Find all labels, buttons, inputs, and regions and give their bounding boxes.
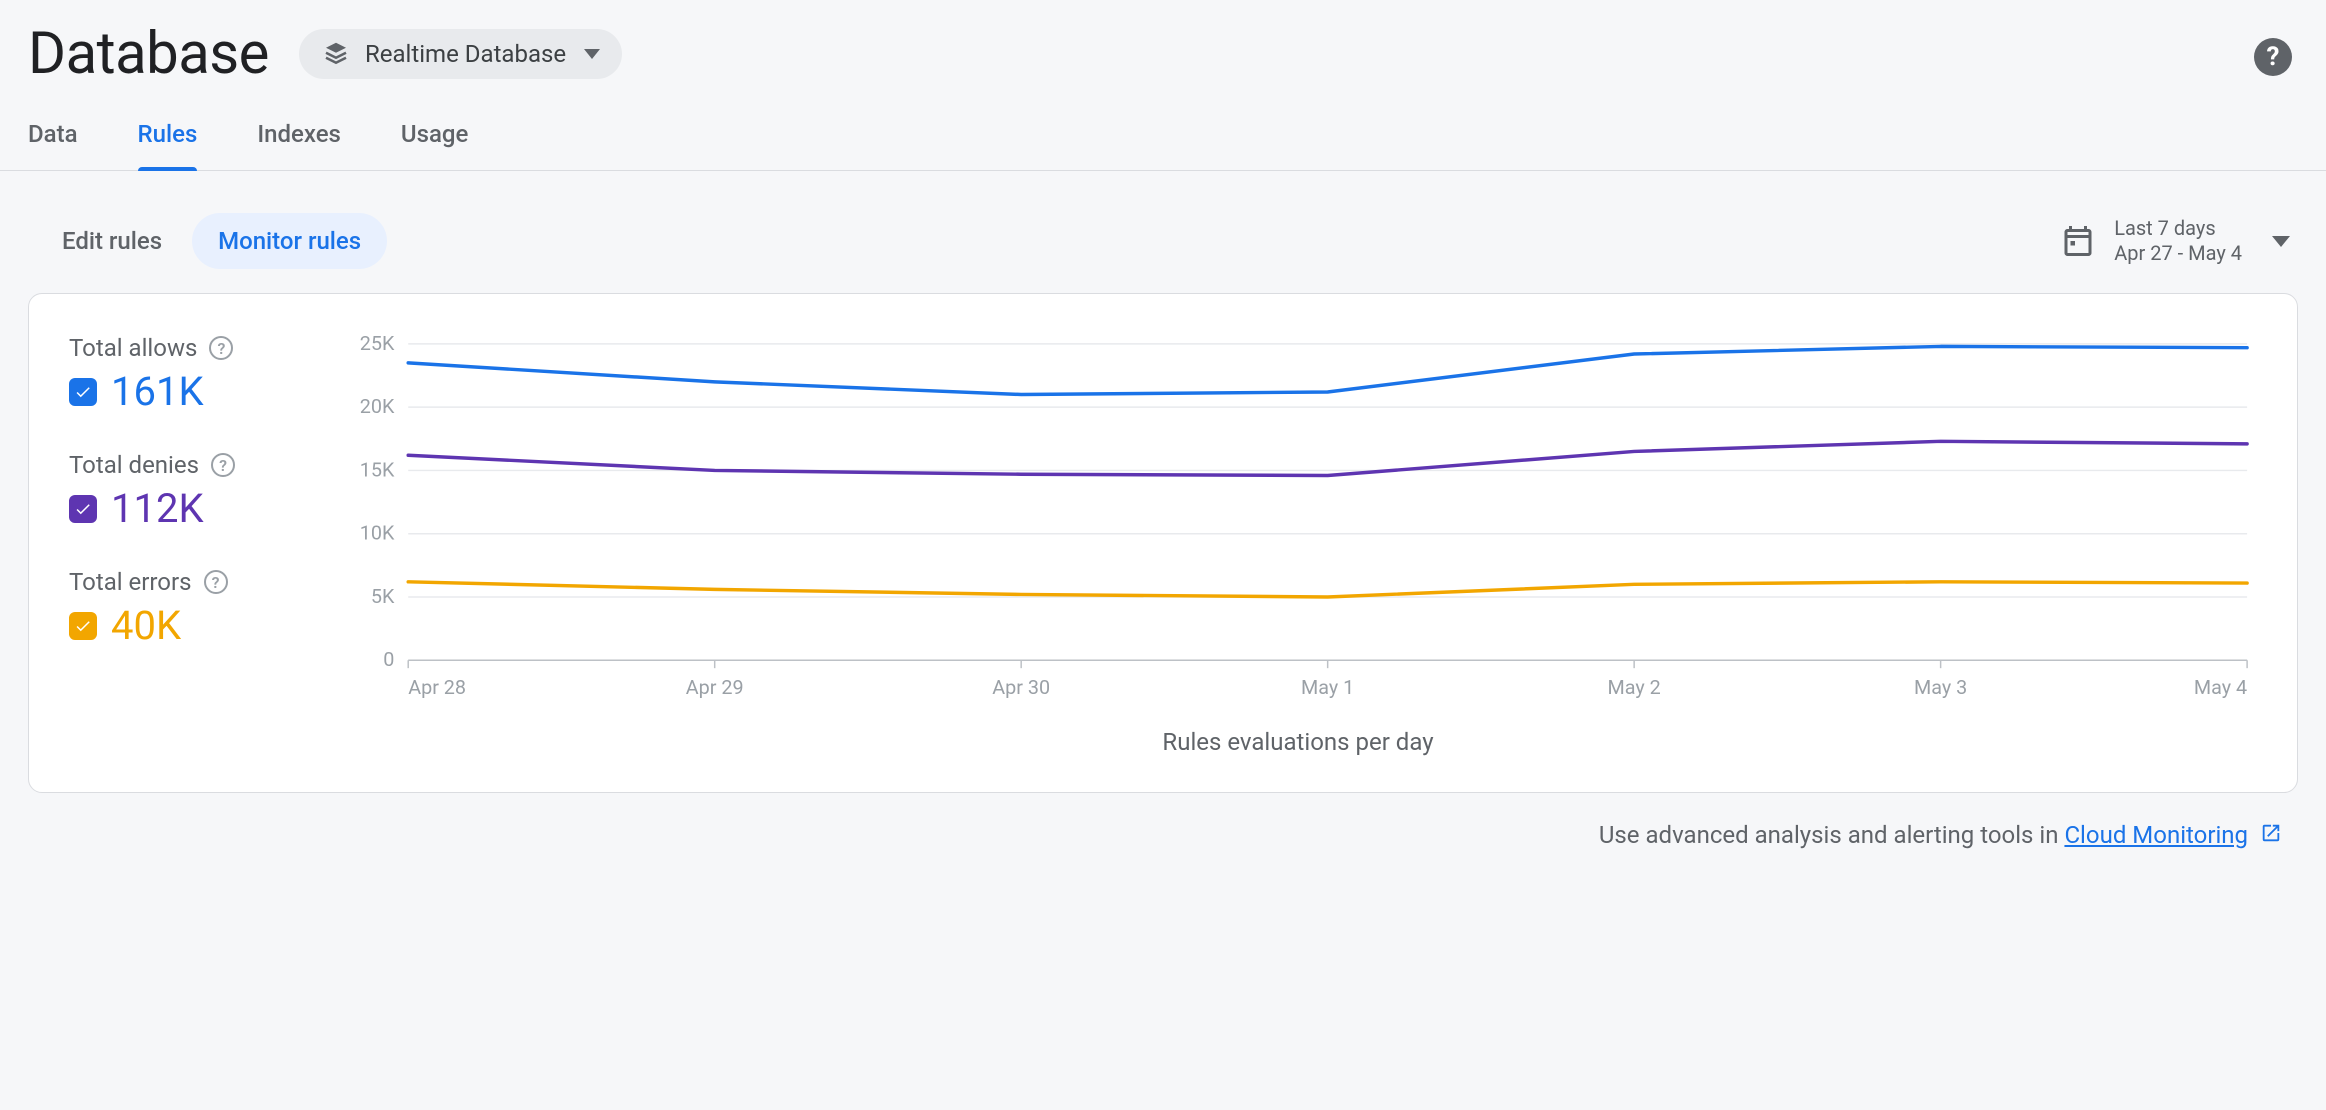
svg-text:5K: 5K	[371, 585, 395, 608]
date-range-picker[interactable]: Last 7 days Apr 27 - May 4	[2060, 216, 2290, 266]
chevron-down-icon	[2272, 236, 2290, 247]
svg-text:Apr 29: Apr 29	[686, 676, 744, 699]
svg-text:Apr 30: Apr 30	[992, 676, 1050, 699]
help-icon: ?	[2267, 42, 2280, 72]
external-link-icon	[2260, 822, 2282, 850]
svg-text:May 2: May 2	[1608, 676, 1661, 699]
tab-rules[interactable]: Rules	[138, 120, 198, 170]
page-title: Database	[28, 20, 269, 88]
calendar-icon	[2060, 223, 2096, 259]
subtab-monitor-rules[interactable]: Monitor rules	[192, 213, 387, 269]
date-range-value: Apr 27 - May 4	[2114, 241, 2242, 266]
help-button[interactable]: ?	[2254, 38, 2292, 76]
help-icon[interactable]: ?	[204, 570, 228, 594]
help-icon[interactable]: ?	[209, 336, 233, 360]
legend-checkbox-errors[interactable]	[69, 612, 97, 640]
monitor-rules-card: Total allows ? 161K Total denies ?	[28, 293, 2298, 793]
legend-label-allows: Total allows	[69, 334, 197, 362]
chevron-down-icon	[584, 49, 600, 59]
svg-text:May 3: May 3	[1914, 676, 1967, 699]
tab-usage[interactable]: Usage	[401, 120, 468, 170]
chart-x-axis-label: Rules evaluations per day	[339, 728, 2257, 756]
legend-item-denies: Total denies ? 112K	[69, 451, 279, 532]
svg-text:May 1: May 1	[1301, 676, 1354, 699]
cloud-monitoring-link[interactable]: Cloud Monitoring	[2064, 821, 2248, 849]
svg-text:0: 0	[383, 648, 394, 671]
legend-checkbox-allows[interactable]	[69, 378, 97, 406]
database-selector-label: Realtime Database	[365, 40, 566, 68]
help-icon[interactable]: ?	[211, 453, 235, 477]
svg-text:10K: 10K	[360, 522, 395, 545]
legend-item-errors: Total errors ? 40K	[69, 568, 279, 649]
database-selector-chip[interactable]: Realtime Database	[299, 29, 622, 79]
svg-text:May 4: May 4	[2194, 676, 2247, 699]
chart-area: 0 5K 10K 15K 20K 25K Apr 28 Apr 29 Apr 30 May 1 Ma…	[339, 334, 2257, 756]
svg-text:Apr 28: Apr 28	[408, 676, 466, 699]
subtabs-row: Edit rules Monitor rules Last 7 days Apr…	[0, 171, 2326, 293]
chart-legend: Total allows ? 161K Total denies ?	[69, 334, 279, 756]
footer-text: Use advanced analysis and alerting tools…	[1599, 821, 2065, 849]
legend-item-allows: Total allows ? 161K	[69, 334, 279, 415]
tab-strip: Data Rules Indexes Usage	[0, 96, 2326, 171]
date-range-label: Last 7 days	[2114, 216, 2242, 241]
tab-data[interactable]: Data	[28, 120, 78, 170]
svg-text:25K: 25K	[360, 334, 395, 355]
tab-indexes[interactable]: Indexes	[257, 120, 341, 170]
svg-text:20K: 20K	[360, 395, 395, 418]
legend-value-errors: 40K	[111, 602, 181, 649]
footer-link-row: Use advanced analysis and alerting tools…	[0, 793, 2326, 871]
legend-value-denies: 112K	[111, 485, 204, 532]
legend-value-allows: 161K	[111, 368, 204, 415]
svg-text:15K: 15K	[360, 458, 395, 481]
date-range-text: Last 7 days Apr 27 - May 4	[2114, 216, 2242, 266]
legend-label-errors: Total errors	[69, 568, 192, 596]
rules-chart: 0 5K 10K 15K 20K 25K Apr 28 Apr 29 Apr 30 May 1 Ma…	[339, 334, 2257, 710]
realtime-db-icon	[321, 39, 351, 69]
legend-checkbox-denies[interactable]	[69, 495, 97, 523]
legend-label-denies: Total denies	[69, 451, 199, 479]
subtabs: Edit rules Monitor rules	[36, 213, 387, 269]
subtab-edit-rules[interactable]: Edit rules	[36, 213, 188, 269]
page-header: Database Realtime Database ?	[0, 0, 2326, 96]
